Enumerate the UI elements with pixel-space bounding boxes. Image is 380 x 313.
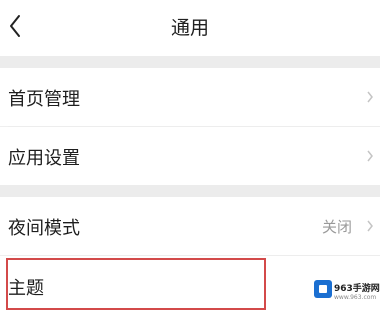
chevron-right-icon: [367, 150, 373, 162]
chevron-right-icon: [367, 91, 373, 103]
settings-item-label: 应用设置: [8, 148, 80, 169]
watermark-icon: [314, 280, 332, 298]
page-title: 通用: [170, 17, 209, 39]
settings-item-label: 首页管理: [8, 89, 80, 110]
watermark-url: www.963.com: [334, 294, 377, 301]
chevron-right-icon: [367, 220, 373, 232]
section-gap: [0, 185, 380, 197]
night-mode-status: 关闭: [321, 218, 352, 236]
settings-item-app-settings[interactable]: 应用设置: [0, 127, 380, 185]
watermark-logo: 963手游网 www.963.com: [312, 278, 380, 306]
header-bar: 通用: [0, 0, 380, 56]
section-gap: [0, 56, 380, 68]
settings-item-night-mode[interactable]: 夜间模式 关闭: [0, 197, 380, 255]
settings-item-label: 夜间模式: [8, 218, 80, 239]
settings-item-label: 主题: [8, 278, 44, 299]
watermark-brand: 963手游网: [334, 284, 380, 294]
settings-screen: 通用 首页管理 应用设置 夜间模式 关闭 主题 963手游网 www.963.c…: [0, 0, 380, 313]
settings-item-home-management[interactable]: 首页管理: [0, 68, 380, 126]
